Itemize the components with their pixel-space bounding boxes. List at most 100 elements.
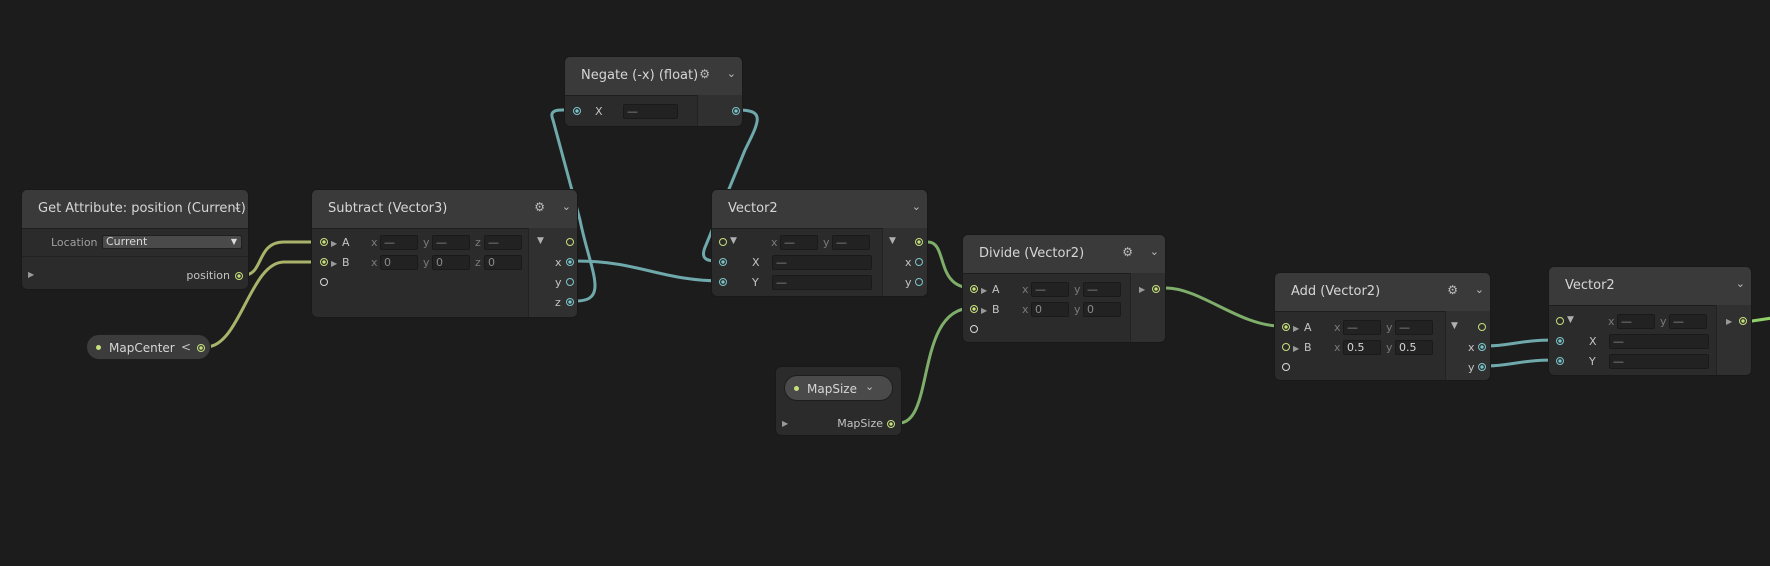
output-port[interactable] — [1152, 285, 1160, 293]
gear-icon[interactable]: ⚙ — [699, 67, 710, 81]
chevron-down-icon[interactable]: ⌄ — [912, 200, 921, 213]
node-header[interactable]: Negate (-x) (float) ⚙ ⌄ — [565, 57, 742, 96]
input-x-field[interactable]: — — [623, 104, 678, 119]
output-y-port[interactable] — [915, 278, 923, 286]
extra-input-port[interactable] — [970, 325, 978, 333]
input-y-port[interactable] — [719, 278, 727, 286]
input-b-port[interactable] — [320, 258, 328, 266]
expand-arrow-icon[interactable]: ▶ — [28, 270, 34, 279]
mapsize-pill[interactable]: MapSize ⌄ — [784, 375, 893, 401]
chevron-down-icon[interactable]: ⌄ — [865, 380, 874, 393]
expand-arrow-icon[interactable]: ▶ — [782, 419, 788, 428]
input-b-port[interactable] — [970, 305, 978, 313]
output-x-port[interactable] — [915, 258, 923, 266]
input-x-port[interactable] — [719, 258, 727, 266]
input-x-port[interactable] — [1556, 337, 1564, 345]
add-node[interactable]: Add (Vector2) ⚙ ⌄ ▶ A x — y — ▶ B x 0.5 … — [1274, 272, 1491, 381]
gear-icon[interactable]: ⚙ — [1447, 283, 1458, 297]
expand-down-icon[interactable]: ▼ — [537, 236, 544, 246]
expand-down-icon[interactable]: ▼ — [1451, 321, 1458, 331]
gear-icon[interactable]: ⚙ — [1122, 245, 1133, 259]
a-y-field[interactable]: — — [432, 235, 470, 250]
divide-node[interactable]: Divide (Vector2) ⚙ ⌄ ▶ A x — y — ▶ B x 0… — [962, 234, 1166, 343]
input-b-port[interactable] — [1282, 343, 1290, 351]
node-header[interactable]: Divide (Vector2) ⚙ ⌄ — [963, 235, 1165, 274]
chevron-down-icon[interactable]: ⌄ — [1150, 245, 1159, 258]
x-field[interactable]: — — [1609, 334, 1709, 349]
output-port[interactable] — [1478, 323, 1486, 331]
expand-arrow-icon[interactable]: ▶ — [1726, 317, 1732, 326]
get-attribute-node[interactable]: Get Attribute: position (Current) ⌄ Loca… — [21, 189, 249, 290]
vector2-output-node[interactable]: Vector2 ⌄ ▼ x — y — X — Y — ▶ — [1548, 266, 1752, 376]
mapcenter-property-node[interactable]: MapCenter < — [86, 334, 211, 360]
node-header[interactable]: Vector2 ⌄ — [1549, 267, 1751, 306]
output-y-port[interactable] — [566, 278, 574, 286]
expand-down-icon[interactable]: ▼ — [730, 236, 737, 246]
mapsize-output-port[interactable] — [887, 420, 895, 428]
top-y-field[interactable]: — — [1669, 314, 1707, 329]
collapse-arrow-icon[interactable]: < — [181, 340, 191, 354]
chevron-down-icon[interactable]: ⌄ — [233, 200, 242, 213]
output-x-port[interactable] — [1478, 343, 1486, 351]
expand-arrow-icon[interactable]: ▶ — [1293, 324, 1299, 333]
top-x-field[interactable]: — — [1617, 314, 1655, 329]
subtract-node[interactable]: Subtract (Vector3) ⚙ ⌄ ▶ A x — y — z — ▶… — [311, 189, 578, 318]
node-header[interactable]: Subtract (Vector3) ⚙ ⌄ — [312, 190, 577, 229]
input-vector-port[interactable] — [1556, 317, 1564, 325]
top-x-field[interactable]: — — [780, 235, 818, 250]
a-y-field[interactable]: — — [1083, 282, 1121, 297]
chevron-down-icon[interactable]: ⌄ — [1736, 277, 1745, 290]
extra-input-port[interactable] — [320, 278, 328, 286]
expand-arrow-icon[interactable]: ▶ — [1139, 285, 1145, 294]
expand-arrow-icon[interactable]: ▶ — [331, 239, 337, 248]
b-y-field[interactable]: 0 — [432, 255, 470, 270]
input-vector-port[interactable] — [719, 238, 727, 246]
location-dropdown[interactable]: Current ▼ — [102, 235, 242, 249]
input-y-port[interactable] — [1556, 357, 1564, 365]
b-x-field[interactable]: 0 — [380, 255, 418, 270]
output-port[interactable] — [915, 238, 923, 246]
input-a-port[interactable] — [320, 238, 328, 246]
extra-input-port[interactable] — [1282, 363, 1290, 371]
vector2-node[interactable]: Vector2 ⌄ ▼ x — y — X — Y — ▼ x y — [711, 189, 928, 297]
a-x-field[interactable]: — — [380, 235, 418, 250]
y-field[interactable]: — — [772, 275, 872, 290]
node-header[interactable]: Vector2 ⌄ — [712, 190, 927, 229]
output-port[interactable] — [1739, 317, 1747, 325]
b-z-field[interactable]: 0 — [484, 255, 522, 270]
expand-arrow-icon[interactable]: ▶ — [981, 286, 987, 295]
b-y-field[interactable]: 0 — [1083, 302, 1121, 317]
expand-down-icon[interactable]: ▼ — [1567, 315, 1574, 325]
input-x-port[interactable] — [573, 107, 581, 115]
expand-arrow-icon[interactable]: ▶ — [331, 259, 337, 268]
position-output-port[interactable] — [235, 272, 243, 280]
chevron-down-icon[interactable]: ⌄ — [562, 200, 571, 213]
mapcenter-output-port[interactable] — [197, 344, 205, 352]
chevron-down-icon[interactable]: ⌄ — [727, 67, 736, 80]
input-a-port[interactable] — [1282, 323, 1290, 331]
node-header[interactable]: Get Attribute: position (Current) ⌄ — [22, 190, 248, 229]
a-z-field[interactable]: — — [484, 235, 522, 250]
input-a-port[interactable] — [970, 285, 978, 293]
output-port[interactable] — [566, 238, 574, 246]
gear-icon[interactable]: ⚙ — [534, 200, 545, 214]
b-x-field[interactable]: 0.5 — [1343, 340, 1381, 355]
output-z-port[interactable] — [566, 298, 574, 306]
top-y-field[interactable]: — — [832, 235, 870, 250]
expand-down-icon[interactable]: ▼ — [889, 236, 896, 246]
x-field[interactable]: — — [772, 255, 872, 270]
output-y-port[interactable] — [1478, 363, 1486, 371]
output-x-port[interactable] — [566, 258, 574, 266]
a-y-field[interactable]: — — [1395, 320, 1433, 335]
a-x-field[interactable]: — — [1031, 282, 1069, 297]
mapsize-property-node[interactable]: MapSize ⌄ ▶ MapSize — [775, 366, 902, 436]
y-field[interactable]: — — [1609, 354, 1709, 369]
b-y-field[interactable]: 0.5 — [1395, 340, 1433, 355]
chevron-down-icon[interactable]: ⌄ — [1475, 283, 1484, 296]
node-header[interactable]: Add (Vector2) ⚙ ⌄ — [1275, 273, 1490, 312]
b-x-field[interactable]: 0 — [1031, 302, 1069, 317]
output-port[interactable] — [732, 107, 740, 115]
expand-arrow-icon[interactable]: ▶ — [981, 306, 987, 315]
a-x-field[interactable]: — — [1343, 320, 1381, 335]
negate-node[interactable]: Negate (-x) (float) ⚙ ⌄ X — — [564, 56, 743, 127]
